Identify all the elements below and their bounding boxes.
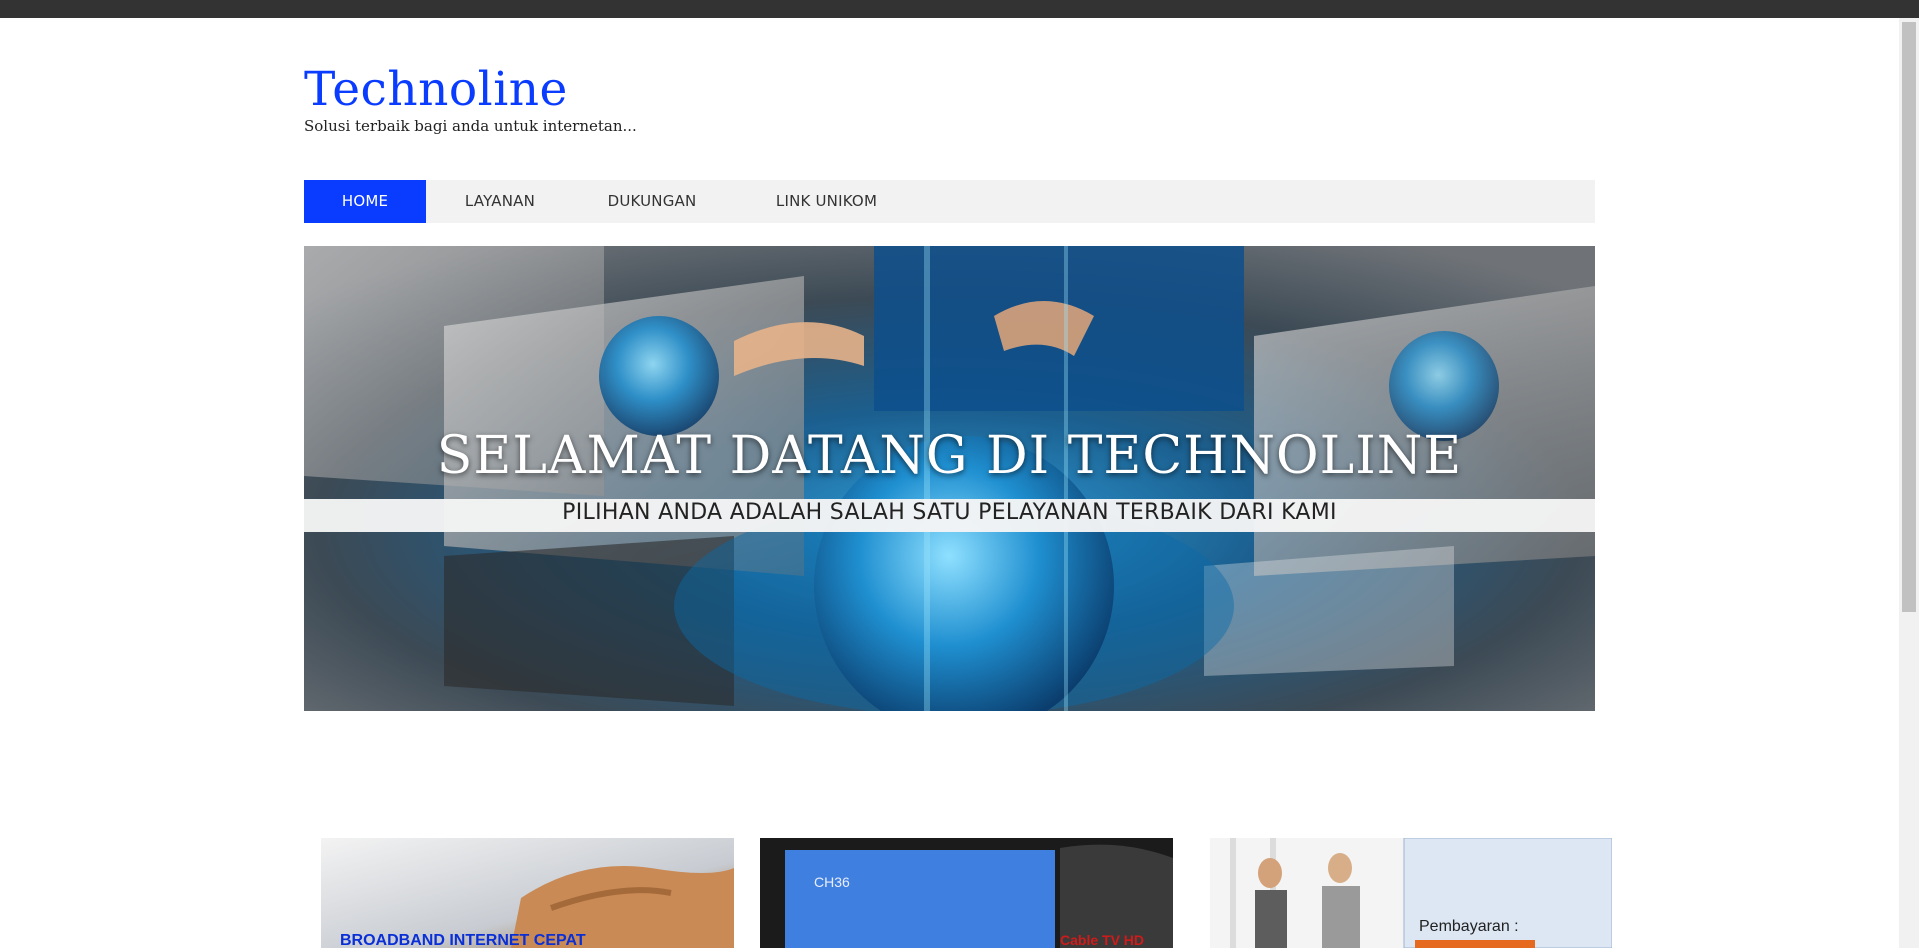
- cable-tv-caption: Cable TV HD: [1060, 932, 1145, 948]
- card-broadband[interactable]: BROADBAND INTERNET CEPAT: [321, 838, 734, 948]
- tv-screen-text: CH36: [814, 874, 850, 890]
- payment-caption: Pembayaran :: [1419, 918, 1519, 935]
- card-payment[interactable]: Pembayaran :: [1210, 838, 1612, 948]
- payment-card-image: [1210, 838, 1612, 948]
- page-scrollbar[interactable]: [1899, 18, 1919, 948]
- broadband-card-title: BROADBAND INTERNET CEPAT: [340, 932, 586, 948]
- nav-item-home[interactable]: HOME: [304, 180, 426, 223]
- card-cable-tv[interactable]: CH36 Cable TV HD: [760, 838, 1173, 948]
- browser-top-bar: [0, 0, 1919, 18]
- hero-title: SELAMAT DATANG DI TECHNOLINE: [436, 426, 1463, 486]
- site-title[interactable]: Technoline: [304, 62, 568, 118]
- nav-item-link-unikom[interactable]: LINK UNIKOM: [759, 180, 894, 223]
- site-tagline: Solusi terbaik bagi anda untuk interneta…: [304, 117, 637, 135]
- main-nav: HOME LAYANAN DUKUNGAN LINK UNIKOM: [304, 180, 1595, 223]
- nav-item-dukungan[interactable]: DUKUNGAN: [592, 180, 712, 223]
- hero-subtitle: PILIHAN ANDA ADALAH SALAH SATU PELAYANAN…: [562, 500, 1337, 525]
- scrollbar-thumb[interactable]: [1902, 22, 1916, 612]
- nav-item-layanan[interactable]: LAYANAN: [450, 180, 550, 223]
